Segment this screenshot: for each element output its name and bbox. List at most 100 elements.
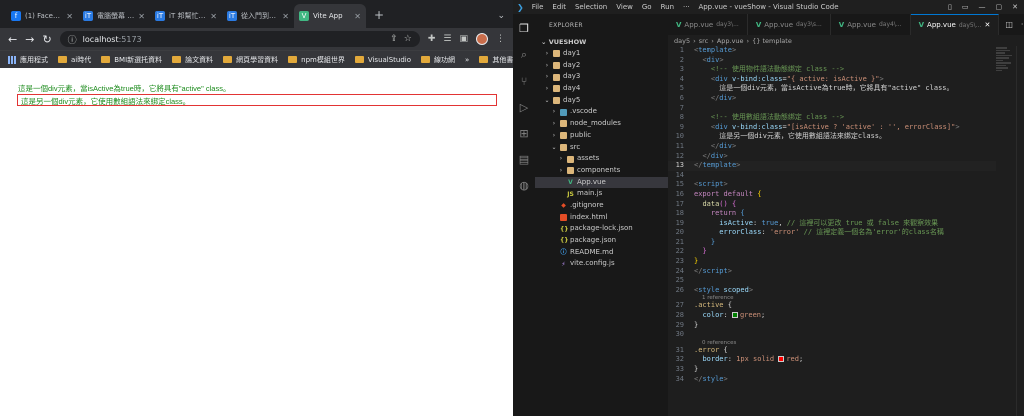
tab-search-icon[interactable]: ⌄ bbox=[489, 11, 513, 28]
breadcrumb-item[interactable]: day5 bbox=[674, 37, 690, 45]
explorer-item-package-json[interactable]: {} package.json bbox=[535, 235, 668, 247]
search-icon[interactable]: ⌕ bbox=[521, 48, 527, 62]
code-token: script bbox=[702, 266, 728, 275]
editor-scrollbar[interactable] bbox=[1016, 46, 1024, 416]
line-number: 23 bbox=[675, 257, 684, 266]
menu-[interactable]: ··· bbox=[683, 3, 690, 11]
close-icon[interactable]: ✕ bbox=[66, 12, 73, 21]
workspace-root[interactable]: ⌄ VUESHOW bbox=[535, 36, 668, 48]
color-swatch[interactable] bbox=[778, 356, 785, 363]
code-line: 11 </div> bbox=[668, 142, 996, 152]
editor-tab[interactable]: V App.vue day4\... bbox=[831, 14, 911, 35]
layout-panel-icon[interactable]: ▭ bbox=[962, 3, 969, 11]
explorer-item-vite-config-js[interactable]: ⚡ vite.config.js bbox=[535, 258, 668, 270]
layout-sidebar-icon[interactable]: ▯ bbox=[948, 3, 952, 11]
editor-tab[interactable]: V App.vue day3\s... bbox=[748, 14, 831, 35]
explorer-item-package-lock-json[interactable]: {} package-lock.json bbox=[535, 223, 668, 235]
editor-tab[interactable]: V App.vue day5\... ✕ bbox=[910, 14, 1000, 35]
bookmark-item[interactable]: BMI新選托資料 bbox=[101, 55, 162, 65]
share-icon[interactable]: ⇪ bbox=[390, 34, 398, 44]
extensions-icon[interactable]: ✚ bbox=[428, 34, 436, 44]
minimize-icon[interactable]: — bbox=[979, 3, 986, 11]
explorer-item-components[interactable]: › components bbox=[535, 165, 668, 177]
explorer-item-node-modules[interactable]: › node_modules bbox=[535, 118, 668, 130]
browser-tab[interactable]: V Vite App ✕ bbox=[294, 4, 366, 28]
code-editor[interactable]: 1 <template> 2 <div> 3 <!-- 使用物件語法動態綁定 clas… bbox=[668, 46, 996, 416]
chevron-right-icon: › bbox=[545, 50, 549, 57]
bookmark-item[interactable]: ai時代 bbox=[58, 55, 91, 65]
explorer-item-main-js[interactable]: JS main.js bbox=[535, 188, 668, 200]
minimap[interactable] bbox=[996, 46, 1014, 106]
new-tab-button[interactable]: + bbox=[366, 8, 392, 28]
extensions-icon[interactable]: ⊞ bbox=[519, 127, 528, 140]
explorer-item-public[interactable]: › public bbox=[535, 130, 668, 142]
reading-list-icon[interactable]: ☰ bbox=[443, 34, 451, 44]
menu-selection[interactable]: Selection bbox=[575, 3, 607, 11]
explorer-item-label: src bbox=[570, 142, 581, 151]
bookmark-item[interactable]: 網頁學習資料 bbox=[223, 55, 278, 65]
line-number: 26 bbox=[675, 285, 684, 294]
reload-icon[interactable]: ↻ bbox=[42, 33, 51, 46]
breadcrumb-item[interactable]: src bbox=[699, 37, 709, 45]
close-icon[interactable]: ✕ bbox=[210, 12, 217, 21]
explorer-item-src[interactable]: ⌄ src bbox=[535, 142, 668, 154]
close-icon[interactable]: ✕ bbox=[282, 12, 289, 21]
explorer-item-readme-md[interactable]: ⓘ README.md bbox=[535, 247, 668, 259]
line-number: 7 bbox=[679, 103, 684, 112]
remote-explorer-icon[interactable]: ▤ bbox=[519, 153, 529, 166]
bookmark-item[interactable]: 應用程式 bbox=[8, 55, 48, 65]
explorer-item-day5[interactable]: ⌄ day5 bbox=[535, 95, 668, 107]
explorer-item-day4[interactable]: › day4 bbox=[535, 83, 668, 95]
profile-avatar[interactable] bbox=[476, 33, 488, 45]
breadcrumb-item[interactable]: App.vue bbox=[717, 37, 744, 45]
browser-tab[interactable]: iT 電腦螢幕 - iT ✕ bbox=[78, 4, 150, 28]
close-icon[interactable]: ✕ bbox=[1012, 3, 1018, 11]
menu-icon[interactable]: ⋮ bbox=[496, 34, 505, 44]
bookmarks-overflow-icon[interactable]: » bbox=[465, 56, 469, 64]
close-icon[interactable]: ✕ bbox=[354, 12, 361, 21]
forward-icon[interactable]: → bbox=[25, 33, 34, 46]
explorer-item-app-vue[interactable]: V App.vue bbox=[535, 176, 668, 189]
explorer-item-gitignore[interactable]: ◆ .gitignore bbox=[535, 200, 668, 212]
explorer-icon[interactable]: ❐ bbox=[519, 22, 529, 35]
bookmark-item[interactable]: 論文資料 bbox=[172, 55, 213, 65]
menu-edit[interactable]: Edit bbox=[552, 3, 566, 11]
menu-go[interactable]: Go bbox=[642, 3, 652, 11]
site-info-icon[interactable]: ⓘ bbox=[68, 33, 77, 46]
browser-tab[interactable]: iT iT 邦幫忙 - 一 ✕ bbox=[150, 4, 222, 28]
close-icon[interactable]: ✕ bbox=[138, 12, 145, 21]
maximize-icon[interactable]: ▢ bbox=[996, 3, 1003, 11]
split-editor-icon[interactable]: ◫ bbox=[1005, 20, 1013, 29]
bookmark-star-icon[interactable]: ☆ bbox=[404, 34, 412, 44]
bookmark-item[interactable]: npm模組世界 bbox=[288, 55, 345, 65]
code-line: 1 <template> bbox=[668, 46, 996, 56]
explorer-item-vscode[interactable]: › .vscode bbox=[535, 106, 668, 118]
explorer-item-day3[interactable]: › day3 bbox=[535, 71, 668, 83]
explorer-item-index-html[interactable]: index.html bbox=[535, 212, 668, 224]
explorer-item-day1[interactable]: › day1 bbox=[535, 48, 668, 60]
menu-file[interactable]: File bbox=[532, 3, 544, 11]
breadcrumb-item[interactable]: {} template bbox=[752, 37, 792, 45]
side-panel-icon[interactable]: ▣ bbox=[459, 34, 468, 44]
explorer-item-assets[interactable]: › assets bbox=[535, 153, 668, 165]
address-bar[interactable]: ⓘ localhost:5173 ⇪ ☆ bbox=[59, 31, 420, 47]
menu-view[interactable]: View bbox=[616, 3, 633, 11]
close-icon[interactable]: ✕ bbox=[984, 21, 990, 29]
explorer-item-day2[interactable]: › day2 bbox=[535, 60, 668, 72]
bookmark-item[interactable]: VisualStudio bbox=[354, 56, 411, 64]
source-control-icon[interactable]: ⑂ bbox=[521, 75, 528, 88]
code-line: 34 </style> bbox=[668, 375, 996, 385]
code-token: green bbox=[739, 311, 762, 320]
docker-icon[interactable]: ◍ bbox=[519, 179, 529, 192]
color-swatch[interactable] bbox=[731, 312, 738, 319]
browser-tab[interactable]: iT 從入門到入土 ✕ bbox=[222, 4, 294, 28]
bookmark-item[interactable]: 線功網 bbox=[421, 55, 455, 65]
run-debug-icon[interactable]: ▷ bbox=[520, 101, 528, 114]
back-icon[interactable]: ← bbox=[8, 33, 17, 46]
html-file-icon bbox=[560, 213, 567, 221]
browser-tab[interactable]: f (1) Facebook ✕ bbox=[6, 4, 78, 28]
menu-run[interactable]: Run bbox=[661, 3, 674, 11]
editor-tab[interactable]: V App.vue day3\... bbox=[668, 14, 748, 35]
